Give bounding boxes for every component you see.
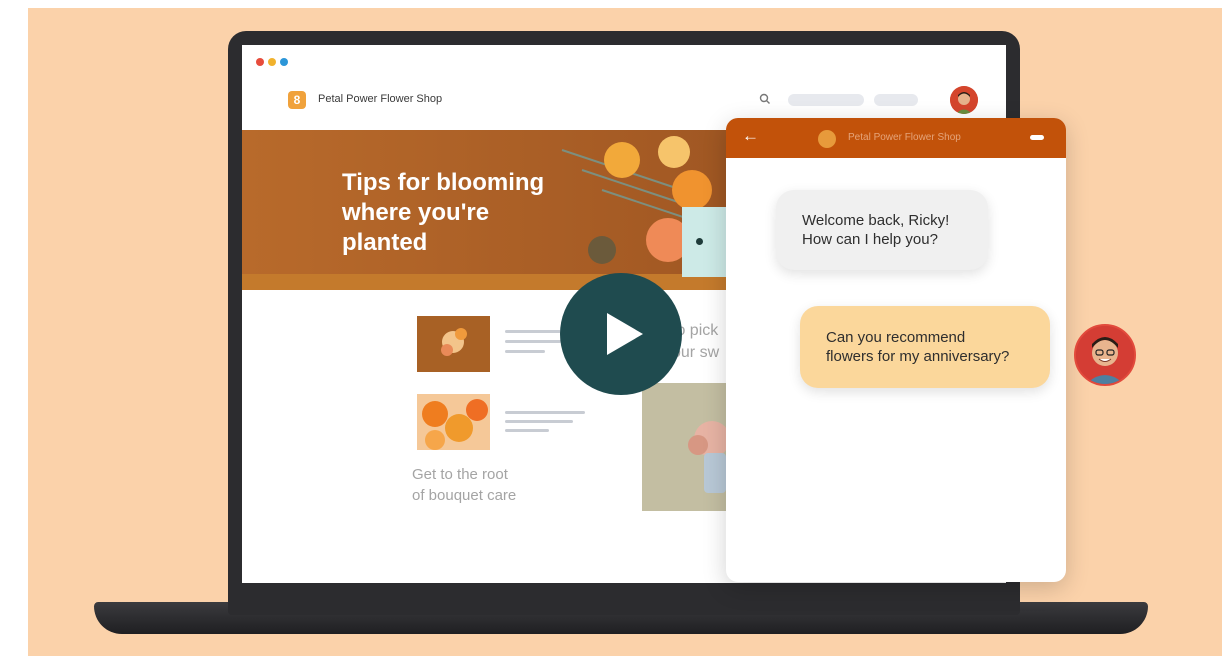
article-text-line: [505, 330, 561, 333]
bot-eye: [696, 238, 703, 245]
site-header: 8 Petal Power Flower Shop: [242, 85, 1006, 115]
video-thumbnail: 8 Petal Power Flower Shop Tips for bloom…: [28, 8, 1222, 656]
minimize-icon[interactable]: [1030, 135, 1044, 140]
chat-header: ← Petal Power Flower Shop: [726, 118, 1066, 158]
article-text-line: [505, 350, 545, 353]
close-dot[interactable]: [256, 58, 264, 66]
user-avatar: [1074, 324, 1136, 386]
play-button[interactable]: [560, 273, 682, 395]
user-avatar[interactable]: [950, 86, 978, 114]
search-icon[interactable]: [758, 92, 772, 106]
shop-logo[interactable]: 8: [288, 91, 306, 109]
back-arrow-icon[interactable]: ←: [742, 126, 759, 146]
article-thumbnail[interactable]: [417, 316, 490, 372]
article-text-line: [505, 429, 549, 432]
chat-title: Petal Power Flower Shop: [848, 132, 961, 143]
article-text-line: [505, 420, 573, 423]
bot-message: Welcome back, Ricky! How can I help you?: [776, 190, 988, 270]
article-text-line: [505, 411, 585, 414]
maximize-dot[interactable]: [280, 58, 288, 66]
user-message: Can you recommend flowers for my anniver…: [800, 306, 1050, 388]
article-thumbnail[interactable]: [417, 394, 490, 450]
article-caption[interactable]: Get to the root of bouquet care: [412, 464, 562, 506]
window-controls: [256, 58, 288, 66]
nav-placeholder[interactable]: [788, 94, 864, 106]
shop-name[interactable]: Petal Power Flower Shop: [318, 93, 442, 105]
chat-window: ← Petal Power Flower Shop Welcome back, …: [726, 118, 1066, 582]
play-icon: [607, 313, 643, 355]
hero-title: Tips for blooming where you're planted: [342, 169, 545, 256]
nav-placeholder[interactable]: [874, 94, 918, 106]
article-text-line: [505, 340, 561, 343]
minimize-dot[interactable]: [268, 58, 276, 66]
chat-shop-logo: [818, 130, 836, 148]
